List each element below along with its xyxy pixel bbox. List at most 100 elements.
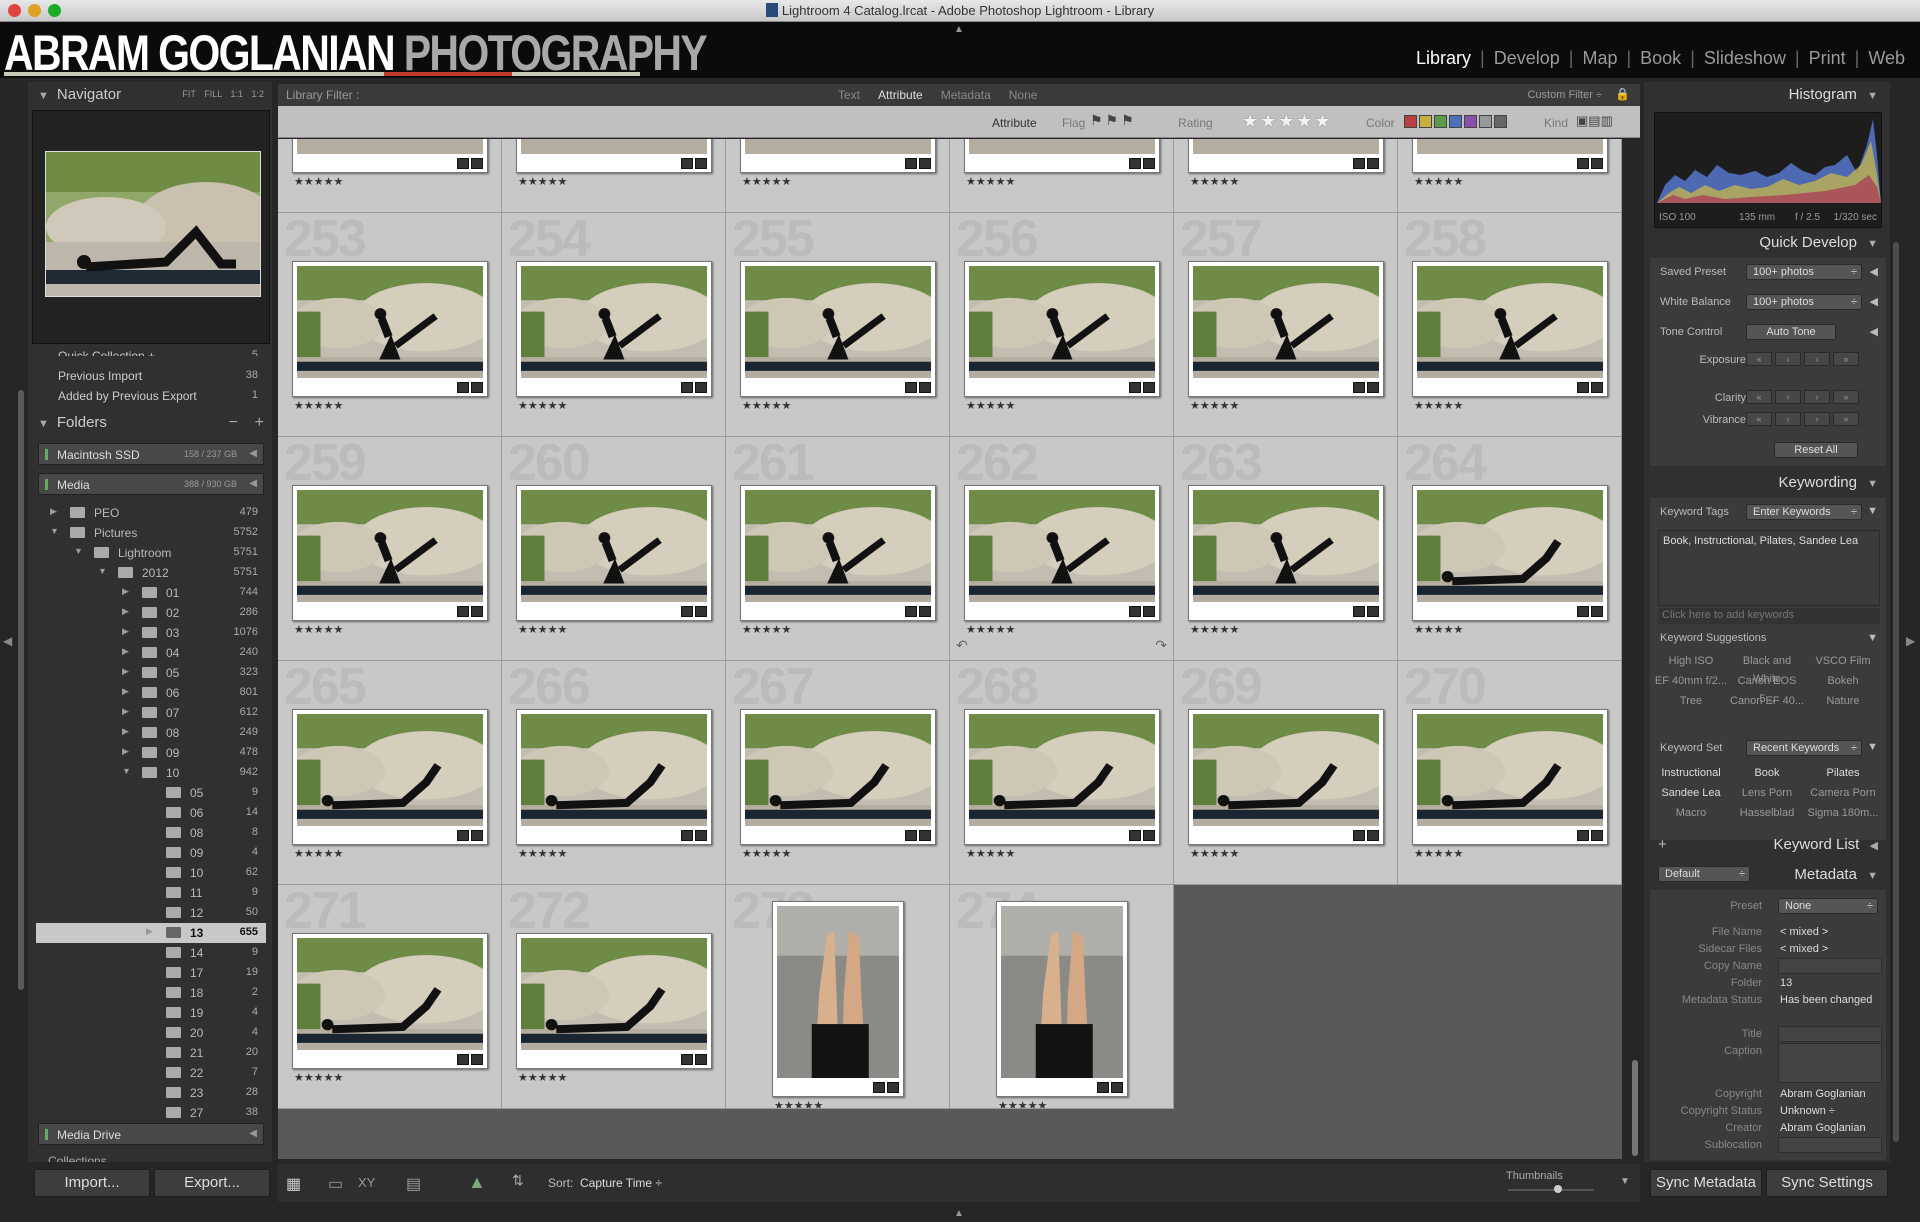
collection-badge-icon[interactable] [1129, 382, 1141, 393]
rating-stars[interactable]: ★★★★★ [742, 399, 791, 412]
exposure-step-button[interactable]: › [1804, 352, 1830, 366]
thumbnail-size-slider[interactable] [1508, 1185, 1594, 1193]
collapse-top-panel-icon[interactable]: ▲ [954, 24, 964, 35]
keyword-button[interactable]: Black and White [1730, 652, 1804, 685]
collection-badge-icon[interactable] [905, 830, 917, 841]
thumbnail-frame[interactable] [772, 901, 904, 1097]
folder-item[interactable]: 17 19 [36, 963, 266, 983]
folder-item[interactable]: 08 8 [36, 823, 266, 843]
grid-scrollbar[interactable] [1632, 1060, 1638, 1156]
thumbnail-frame[interactable] [964, 709, 1160, 845]
color-swatch-filter[interactable] [1419, 115, 1432, 128]
keyword-button[interactable]: Nature [1806, 692, 1880, 710]
rating-stars[interactable]: ★★★★★ [518, 1071, 567, 1084]
compare-view-icon[interactable]: XY [358, 1175, 375, 1190]
thumbnail-frame[interactable] [740, 139, 936, 173]
rating-stars[interactable]: ★★★★★ [966, 847, 1015, 860]
folder-item[interactable]: 06 14 [36, 803, 266, 823]
module-library[interactable]: Library [1407, 48, 1480, 68]
navigator-zoom-option[interactable]: FIT [182, 89, 195, 99]
exposure-step-button[interactable]: « [1746, 352, 1772, 366]
folder-disclosure-icon[interactable]: ▶ [50, 506, 57, 517]
grid-cell[interactable]: ★★★★★ [950, 139, 1174, 213]
collection-badge-icon[interactable] [681, 606, 693, 617]
grid-view-icon[interactable]: ▦ [286, 1174, 301, 1194]
rating-stars[interactable]: ★★★★★ [1190, 399, 1239, 412]
keyword-tags-mode-dropdown[interactable]: Enter Keywords ÷ [1746, 504, 1862, 520]
develop-badge-icon[interactable] [1591, 830, 1603, 841]
grid-cell[interactable]: ★★★★★ [1174, 139, 1398, 213]
rating-stars[interactable]: ★★★★★ [774, 1099, 823, 1108]
folder-item[interactable]: ▶ 06 801 [36, 683, 266, 703]
export-button[interactable]: Export... [154, 1169, 270, 1197]
keyword-button[interactable]: Bokeh [1806, 672, 1880, 690]
develop-badge-icon[interactable] [919, 382, 931, 393]
folder-disclosure-icon[interactable]: ▶ [122, 686, 129, 697]
rating-stars[interactable]: ★★★★★ [1414, 399, 1463, 412]
collection-badge-icon[interactable] [681, 1054, 693, 1065]
keyword-tags-field[interactable]: Book, Instructional, Pilates, Sandee Lea [1658, 530, 1880, 606]
keyword-set-dropdown[interactable]: Recent Keywords ÷ [1746, 740, 1862, 756]
develop-badge-icon[interactable] [471, 606, 483, 617]
reset-all-button[interactable]: Reset All [1774, 442, 1858, 458]
folder-item[interactable]: 27 38 [36, 1103, 266, 1123]
develop-badge-icon[interactable] [887, 1082, 899, 1093]
grid-cell[interactable]: 271 ★★★★★ [278, 885, 502, 1109]
expand-triangle-icon[interactable]: ▼ [1867, 741, 1878, 753]
grid-cell[interactable]: 256 ★★★★★ [950, 213, 1174, 437]
grid-cell[interactable]: ★★★★★ [1398, 139, 1622, 213]
thumbnail-frame[interactable] [1412, 485, 1608, 621]
folder-item[interactable]: 22 7 [36, 1063, 266, 1083]
thumbnail-frame[interactable] [740, 709, 936, 845]
keyword-button[interactable]: Camera Porn [1806, 784, 1880, 802]
collection-badge-icon[interactable] [681, 830, 693, 841]
navigator-zoom-option[interactable]: 1:2 [251, 89, 264, 99]
folder-item[interactable]: ▶ 05 323 [36, 663, 266, 683]
module-develop[interactable]: Develop [1485, 48, 1569, 68]
catalog-item[interactable]: Previous Import 38 [36, 366, 266, 386]
folder-disclosure-icon[interactable]: ▶ [122, 606, 129, 617]
thumbnail-frame[interactable] [292, 139, 488, 173]
collection-badge-icon[interactable] [1129, 830, 1141, 841]
rating-stars[interactable]: ★★★★★ [1414, 623, 1463, 636]
grid-cell[interactable]: 266 ★★★★★ [502, 661, 726, 885]
folder-disclosure-icon[interactable]: ▼ [98, 566, 107, 576]
thumbnail-frame[interactable] [1412, 261, 1608, 397]
develop-badge-icon[interactable] [695, 830, 707, 841]
folder-item[interactable]: 19 4 [36, 1003, 266, 1023]
develop-badge-icon[interactable] [695, 158, 707, 169]
vibrance-step-button[interactable]: › [1804, 412, 1830, 426]
keyword-button[interactable]: Canon EF 40... [1730, 692, 1804, 710]
sync-metadata-button[interactable]: Sync Metadata [1650, 1169, 1762, 1197]
collection-badge-icon[interactable] [905, 158, 917, 169]
collapse-filmstrip-icon[interactable]: ▲ [954, 1208, 964, 1219]
grid-cell[interactable]: 262 ★★★★★ ↶ ↷ [950, 437, 1174, 661]
thumbnail-frame[interactable] [516, 933, 712, 1069]
develop-badge-icon[interactable] [1367, 606, 1379, 617]
keyword-button[interactable]: Pilates [1806, 764, 1880, 782]
rating-stars[interactable]: ★★★★★ [518, 623, 567, 636]
volume-menu-icon[interactable]: ◀ [249, 448, 257, 459]
keyword-button[interactable]: Instructional [1654, 764, 1728, 782]
rating-stars[interactable]: ★★★★★ [518, 847, 567, 860]
thumbnail-frame[interactable] [292, 485, 488, 621]
volume-macintosh-ssd[interactable]: Macintosh SSD 158 / 237 GB ◀ [38, 443, 264, 465]
rating-stars[interactable]: ★★★★★ [742, 847, 791, 860]
collection-badge-icon[interactable] [681, 158, 693, 169]
folder-item[interactable]: 18 2 [36, 983, 266, 1003]
keyword-list-header[interactable]: + Keyword List ◀ [1650, 836, 1886, 862]
flag-filter-icons[interactable]: ⚑⚑⚑ [1090, 112, 1137, 129]
kind-filter-icons[interactable]: ▣▤▥ [1576, 113, 1613, 129]
metadata-input[interactable] [1778, 1137, 1882, 1153]
metadata-value[interactable]: 13 [1780, 977, 1792, 989]
grid-cell[interactable]: ★★★★★ [726, 139, 950, 213]
sort-direction-icon[interactable]: ⇅ [512, 1172, 524, 1189]
auto-tone-button[interactable]: Auto Tone [1746, 324, 1836, 340]
rating-stars[interactable]: ★★★★★ [966, 175, 1015, 188]
grid-cell[interactable]: 264 ★★★★★ [1398, 437, 1622, 661]
collection-badge-icon[interactable] [1577, 382, 1589, 393]
keyword-button[interactable]: Tree [1654, 692, 1728, 710]
metadata-value[interactable]: Has been changed [1780, 994, 1872, 1006]
clarity-step-button[interactable]: › [1804, 390, 1830, 404]
metadata-header[interactable]: Default ÷ Metadata ▼ [1650, 866, 1886, 892]
